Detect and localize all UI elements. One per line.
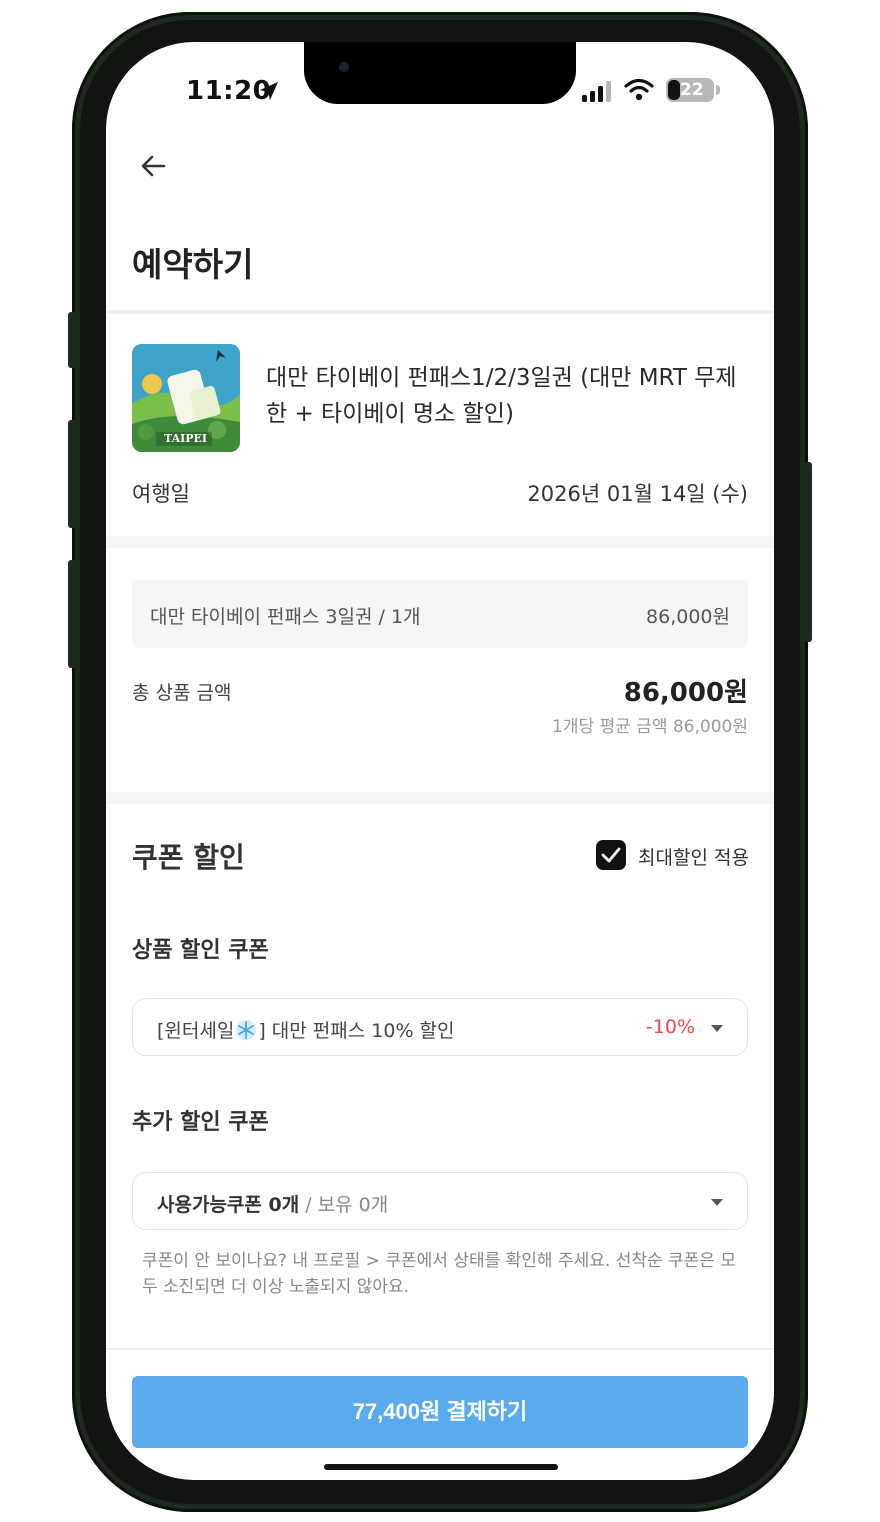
snowflake-icon	[236, 1020, 257, 1040]
battery-icon: 22	[666, 78, 714, 102]
product-coupon-suffix: ] 대만 펀패스 10% 할인	[258, 1020, 455, 1042]
product-coupon-discount: -10%	[645, 1016, 695, 1038]
max-discount-checkbox[interactable]	[596, 840, 626, 870]
avg-price: 1개당 평균 금액 86,000원	[552, 717, 748, 737]
line-item-price: 86,000원	[646, 606, 730, 628]
footer-divider	[106, 1348, 774, 1350]
phone-volume-up	[68, 420, 76, 528]
extra-coupon-title: 추가 할인 쿠폰	[132, 1110, 269, 1135]
home-indicator[interactable]	[324, 1464, 558, 1470]
check-icon	[601, 847, 621, 863]
product-thumbnail: TAIPEI	[132, 344, 240, 452]
total-label: 총 상품 금액	[132, 682, 232, 704]
page-title: 예약하기	[132, 245, 254, 284]
app-screen: 11:20 22 예약하기 TAIPEI 대만 타이베이 펀패스1/2/3일권 …	[106, 42, 774, 1480]
product-coupon-text: [윈터세일 ] 대만 펀패스 10% 할인	[157, 1016, 455, 1043]
battery-tip	[716, 85, 720, 95]
product-coupon-select[interactable]: [윈터세일 ] 대만 펀패스 10% 할인 -10%	[132, 998, 748, 1056]
section-divider	[106, 536, 774, 548]
chevron-down-icon[interactable]	[711, 1025, 723, 1032]
product-coupon-title: 상품 할인 쿠폰	[132, 938, 269, 963]
signal-icon	[582, 81, 611, 102]
product-coupon-prefix: [윈터세일	[157, 1020, 235, 1042]
section-divider	[106, 792, 774, 804]
total-price: 86,000원	[623, 678, 748, 708]
pay-button[interactable]: 77,400원 결제하기	[132, 1376, 748, 1448]
phone-power-button	[804, 462, 812, 642]
arrow-left-icon[interactable]	[134, 146, 174, 186]
location-arrow-icon	[260, 82, 278, 100]
travel-date-value: 2026년 01월 14일 (수)	[527, 482, 748, 506]
thumbnail-label: TAIPEI	[164, 432, 208, 445]
extra-coupon-available: 사용가능쿠폰 0개	[157, 1194, 300, 1216]
coupon-section-title: 쿠폰 할인	[132, 841, 245, 874]
wifi-icon	[624, 78, 654, 101]
extra-coupon-select[interactable]: 사용가능쿠폰 0개 / 보유 0개	[132, 1172, 748, 1230]
battery-level: 22	[680, 80, 704, 100]
coupon-notice: 쿠폰이 안 보이나요? 내 프로필 > 쿠폰에서 상태를 확인해 주세요. 선착…	[142, 1251, 736, 1297]
notch	[304, 42, 576, 104]
phone-volume-down	[68, 560, 76, 668]
line-item-name: 대만 타이베이 펀패스 3일권 / 1개	[150, 606, 421, 628]
camera-icon	[339, 62, 349, 72]
section-divider	[106, 310, 774, 314]
line-item: 대만 타이베이 펀패스 3일권 / 1개 86,000원	[132, 580, 748, 648]
phone-side-button	[68, 312, 76, 368]
extra-coupon-text: 사용가능쿠폰 0개 / 보유 0개	[157, 1190, 388, 1217]
travel-date-label: 여행일	[132, 482, 190, 506]
product-name: 대만 타이베이 펀패스1/2/3일권 (대만 MRT 무제한 + 타이베이 명소…	[266, 365, 737, 427]
max-discount-label[interactable]: 최대할인 적용	[638, 843, 749, 870]
extra-coupon-owned: / 보유 0개	[299, 1194, 389, 1216]
chevron-down-icon[interactable]	[711, 1199, 723, 1206]
